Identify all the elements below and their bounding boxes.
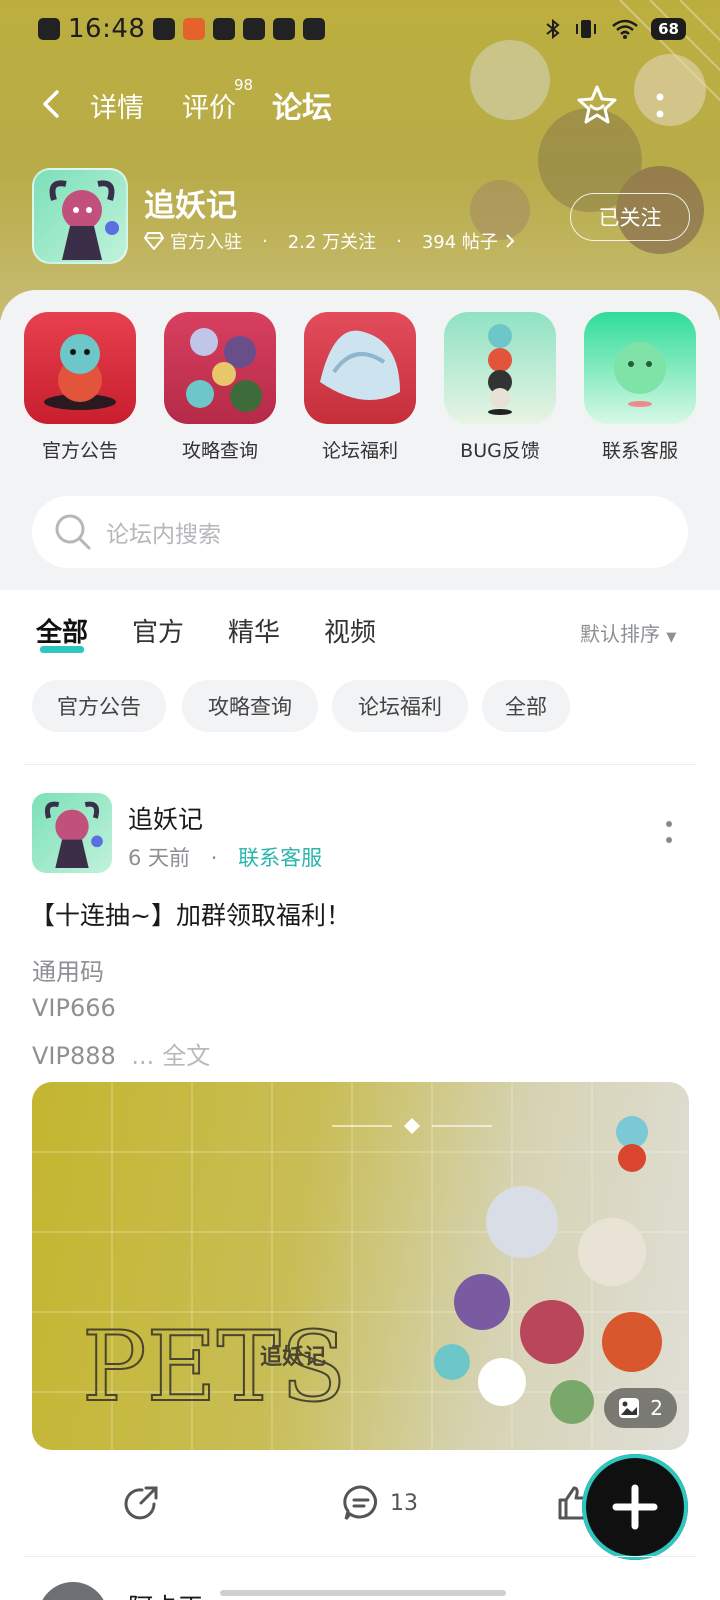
tab-review[interactable]: 评价 98 bbox=[182, 76, 253, 125]
image-subtitle: 追妖记 bbox=[260, 1344, 326, 1370]
notification-icon bbox=[38, 18, 60, 40]
app-notification-icon bbox=[183, 18, 206, 40]
search-input[interactable]: 论坛内搜索 bbox=[106, 515, 221, 549]
post-time: 6 天前 bbox=[128, 846, 191, 870]
meta-separator: · bbox=[396, 230, 402, 252]
status-bar: 16:48 68 bbox=[0, 0, 720, 58]
game-meta: 官方入驻 · 2.2 万关注 · 394 帖子 bbox=[144, 228, 516, 254]
read-more-link[interactable]: 全文 bbox=[162, 1042, 210, 1070]
post-author[interactable]: 追妖记 bbox=[128, 800, 203, 836]
follower-count: 2.2 万关注 bbox=[287, 232, 377, 253]
official-label: 官方入驻 bbox=[170, 232, 242, 253]
crown-icon bbox=[213, 18, 236, 40]
chevron-right-icon[interactable] bbox=[504, 233, 516, 249]
meta-separator: · bbox=[262, 230, 268, 252]
quick-link-label: 论坛福利 bbox=[321, 440, 398, 462]
quick-link-announcement[interactable]: 官方公告 bbox=[24, 312, 136, 463]
post-body-line: 通用码 bbox=[32, 958, 104, 986]
tab-forum[interactable]: 论坛 bbox=[272, 83, 332, 127]
wifi-icon bbox=[612, 19, 638, 39]
guide-icon bbox=[164, 312, 276, 424]
post-more-icon[interactable] bbox=[664, 820, 674, 844]
quick-link-welfare[interactable]: 论坛福利 bbox=[304, 312, 416, 463]
next-post-author[interactable]: 阿卡正 bbox=[128, 1588, 203, 1600]
post-body-line: VIP666 bbox=[32, 994, 116, 1022]
game-title: 追妖记 bbox=[144, 188, 237, 224]
search-icon bbox=[55, 514, 91, 550]
chip-guide[interactable]: 攻略查询 bbox=[182, 680, 318, 732]
image-count: 2 bbox=[650, 1396, 663, 1420]
divider bbox=[24, 764, 696, 765]
post-count[interactable]: 394 帖子 bbox=[422, 228, 498, 254]
chip-all[interactable]: 全部 bbox=[482, 680, 570, 732]
post-meta: 6 天前 · 联系客服 bbox=[128, 842, 322, 872]
quick-link-guide[interactable]: 攻略查询 bbox=[164, 312, 276, 463]
card-icon bbox=[273, 18, 296, 40]
quick-link-customer-service[interactable]: 联系客服 bbox=[584, 312, 696, 463]
tab-detail[interactable]: 详情 bbox=[90, 86, 144, 125]
quick-link-label: 攻略查询 bbox=[181, 440, 258, 462]
game-icon[interactable] bbox=[32, 168, 128, 264]
announcement-icon bbox=[24, 312, 136, 424]
favorite-star-icon[interactable] bbox=[576, 84, 618, 126]
post-ellipsis: ... bbox=[131, 1042, 155, 1070]
quick-link-label: 官方公告 bbox=[41, 440, 118, 462]
quick-link-label: BUG反馈 bbox=[460, 440, 540, 462]
game-mascot-image bbox=[49, 180, 119, 260]
author-avatar-image bbox=[44, 801, 103, 868]
post-image[interactable]: PETS 追妖记 2 bbox=[32, 1082, 689, 1450]
comment-count: 13 bbox=[390, 1490, 418, 1516]
next-post-avatar[interactable] bbox=[38, 1582, 108, 1600]
gesture-bar bbox=[220, 1590, 506, 1596]
header-banner: 16:48 68 详情 评价 98 论坛 追妖记 官方入驻 · 2.2 万关注 … bbox=[0, 0, 720, 320]
welfare-icon bbox=[304, 312, 416, 424]
caret-down-icon: ▼ bbox=[666, 630, 677, 645]
new-post-button[interactable] bbox=[582, 1454, 688, 1560]
follow-button[interactable]: 已关注 bbox=[570, 193, 690, 241]
mail-icon bbox=[303, 18, 326, 40]
battery-level: 68 bbox=[651, 18, 686, 40]
filter-tab-featured[interactable]: 精华 bbox=[228, 612, 280, 649]
filter-tabs: 全部 官方 精华 视频 默认排序 ▼ bbox=[0, 590, 720, 670]
diamond-icon bbox=[144, 232, 164, 250]
post-body-line: VIP888 bbox=[32, 1042, 116, 1070]
image-count-badge: 2 bbox=[604, 1388, 677, 1428]
search-bar[interactable]: 论坛内搜索 bbox=[32, 496, 688, 568]
chip-welfare[interactable]: 论坛福利 bbox=[332, 680, 468, 732]
post-title[interactable]: 【十连抽~】加群领取福利！ bbox=[30, 896, 351, 932]
comment-icon bbox=[343, 1485, 377, 1520]
author-avatar[interactable] bbox=[32, 793, 112, 873]
gallery-icon bbox=[619, 1398, 640, 1418]
post-image-art: PETS 追妖记 bbox=[32, 1082, 689, 1450]
sort-label: 默认排序 bbox=[580, 622, 660, 646]
customer-service-icon bbox=[584, 312, 696, 424]
vibrate-icon bbox=[576, 20, 597, 38]
plus-icon bbox=[612, 1484, 658, 1530]
divider bbox=[24, 1556, 696, 1557]
leaf-icon bbox=[243, 18, 266, 40]
filter-tab-video[interactable]: 视频 bbox=[324, 612, 376, 649]
comment-button[interactable]: 13 bbox=[342, 1484, 418, 1522]
quick-link-bug-report[interactable]: BUG反馈 bbox=[444, 312, 556, 463]
sort-dropdown[interactable]: 默认排序 ▼ bbox=[580, 618, 676, 647]
status-time: 16:48 bbox=[68, 14, 146, 44]
tab-review-label: 评价 bbox=[182, 93, 236, 124]
back-icon[interactable] bbox=[36, 88, 68, 120]
quick-link-label: 联系客服 bbox=[601, 440, 678, 462]
bug-report-icon bbox=[444, 312, 556, 424]
more-options-icon[interactable] bbox=[654, 92, 666, 120]
play-app-icon bbox=[153, 18, 176, 40]
quick-links-panel: 官方公告 攻略查询 论坛福利 BUG反馈 联系客服 论坛内搜索 bbox=[0, 290, 720, 590]
bluetooth-icon bbox=[546, 18, 560, 40]
share-button[interactable] bbox=[122, 1484, 160, 1522]
review-count-badge: 98 bbox=[234, 76, 254, 94]
chip-announcement[interactable]: 官方公告 bbox=[32, 680, 166, 732]
filter-tab-official[interactable]: 官方 bbox=[132, 612, 184, 649]
share-icon bbox=[124, 1486, 158, 1520]
post-category[interactable]: 联系客服 bbox=[238, 846, 322, 870]
meta-separator: · bbox=[210, 846, 218, 870]
top-nav: 详情 评价 98 论坛 bbox=[0, 70, 720, 140]
filter-tab-all[interactable]: 全部 bbox=[36, 612, 88, 653]
post-body-line-last: VIP888 ... 全文 bbox=[32, 1036, 210, 1071]
